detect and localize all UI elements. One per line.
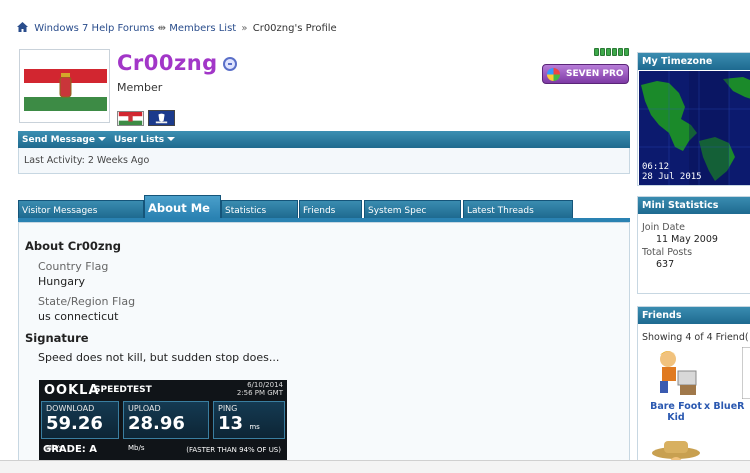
state-flag-value: us connecticut	[38, 310, 119, 323]
mini-statistics-panel: Mini Statistics Join Date 11 May 2009 To…	[637, 196, 750, 294]
world-clock-map: 06:12 28 Jul 2015	[639, 71, 750, 185]
country-flag-label: Country Flag	[38, 260, 109, 273]
about-title: About Cr00zng	[25, 239, 121, 253]
rep-pip	[600, 48, 605, 56]
avatar	[19, 49, 110, 123]
profile-usertitle: Member	[117, 81, 163, 94]
friend-avatar-placeholder[interactable]: ?	[742, 347, 750, 399]
tab-system-spec[interactable]: System Spec	[364, 200, 461, 219]
upload-label: UPLOAD	[128, 404, 161, 413]
friends-count: Showing 4 of 4 Friend(	[642, 332, 749, 343]
timezone-panel: My Timezone 06:12 28 Jul 2015	[637, 52, 750, 186]
hungary-flag-avatar-image	[24, 69, 107, 111]
timezone-title: My Timezone	[638, 53, 750, 70]
reputation-bar	[594, 48, 629, 56]
total-posts-value: 637	[656, 259, 675, 270]
mini-statistics-title: Mini Statistics	[638, 197, 750, 214]
country-flag-icon	[117, 111, 144, 126]
ping-value-row: 13 ms	[218, 413, 280, 434]
breadcrumb-current: Cr00zng's Profile	[252, 23, 337, 34]
rep-pip	[606, 48, 611, 56]
rep-pip	[618, 48, 623, 56]
last-activity-text: Last Activity: 2 Weeks Ago	[24, 155, 150, 166]
rep-pip	[612, 48, 617, 56]
send-message-dropdown[interactable]: Send Message	[22, 135, 106, 145]
breadcrumb-forum-arrow-icon: ⇹	[157, 23, 167, 34]
clock-date: 28 Jul 2015	[642, 172, 702, 182]
seven-pro-badge: SEVEN PRO	[542, 64, 629, 84]
breadcrumb-members-link[interactable]: Members List	[169, 23, 236, 34]
join-date-value: 11 May 2009	[656, 234, 718, 245]
badge-label: SEVEN PRO	[566, 69, 624, 79]
upload-unit: Mb/s	[128, 444, 145, 452]
speedtest-date-value: 6/10/2014	[247, 381, 283, 389]
speedtest-result-image[interactable]: OOKLA SPEEDTEST 6/10/2014 2:56 PM GMT DO…	[39, 380, 287, 460]
state-flag-icon	[148, 110, 175, 126]
breadcrumb: Windows 7 Help Forums ⇹ Members List » C…	[17, 22, 337, 34]
upload-box: UPLOAD 28.96 Mb/s	[123, 401, 209, 452]
tab-visitor-messages[interactable]: Visitor Messages	[18, 200, 144, 219]
profile-username: Cr00zng	[117, 51, 218, 75]
online-status-icon	[223, 57, 237, 71]
friend-avatar-bare-foot-kid[interactable]	[650, 347, 702, 399]
last-activity: Last Activity: 2 Weeks Ago	[18, 148, 630, 174]
windows-logo-icon	[547, 67, 560, 81]
profile-page: Windows 7 Help Forums ⇹ Members List » C…	[0, 0, 750, 473]
friends-panel: Friends Showing 4 of 4 Friend( Bare Foot…	[637, 306, 750, 467]
speedtest-date: 6/10/2014 2:56 PM GMT	[237, 381, 283, 397]
ping-value: 13	[218, 413, 244, 434]
clock-time: 06:12	[642, 162, 670, 172]
clock-readout: 06:12 28 Jul 2015	[642, 162, 702, 182]
friends-title: Friends	[638, 307, 750, 324]
speedtest-faster-than: (FASTER THAN 94% OF US)	[186, 446, 281, 454]
upload-value: 28.96	[128, 413, 185, 434]
ping-unit: ms	[249, 423, 260, 431]
join-date-label: Join Date	[642, 222, 686, 233]
download-label: DOWNLOAD	[46, 404, 95, 413]
rep-pip	[624, 48, 629, 56]
ping-label: PING	[218, 404, 238, 413]
download-box: DOWNLOAD 59.26 Mb/s	[41, 401, 119, 452]
download-value: 59.26	[46, 413, 103, 434]
rep-pip	[594, 48, 599, 56]
state-flag-label: State/Region Flag	[38, 295, 136, 308]
signature-title: Signature	[25, 331, 89, 345]
ookla-logo: OOKLA	[44, 383, 100, 398]
breadcrumb-separator: »	[241, 23, 248, 34]
speedtest-brand: SPEEDTEST	[94, 385, 152, 395]
user-lists-dropdown[interactable]: User Lists	[114, 135, 175, 145]
home-icon[interactable]	[17, 22, 28, 32]
tab-statistics[interactable]: Statistics	[221, 200, 298, 219]
country-flag-value: Hungary	[38, 275, 85, 288]
signature-text: Speed does not kill, but sudden stop doe…	[38, 351, 280, 364]
speedtest-time-value: 2:56 PM GMT	[236, 389, 283, 397]
ping-box: PING 13 ms	[213, 401, 285, 439]
window-bottom-bar	[0, 460, 750, 473]
tab-friends[interactable]: Friends	[299, 200, 362, 219]
breadcrumb-forum-link[interactable]: Windows 7 Help Forums	[34, 23, 154, 34]
friend-name-bare-foot-kid[interactable]: Bare Foot Kid	[646, 401, 706, 423]
total-posts-label: Total Posts	[642, 247, 693, 258]
tab-about-me[interactable]: About Me	[144, 195, 221, 219]
friend-name-bluer[interactable]: x BlueR	[704, 401, 750, 412]
tab-latest-threads[interactable]: Latest Threads	[463, 200, 573, 219]
speedtest-grade: GRADE: A	[43, 444, 97, 455]
profile-action-bar: Send Message User Lists	[18, 131, 630, 148]
